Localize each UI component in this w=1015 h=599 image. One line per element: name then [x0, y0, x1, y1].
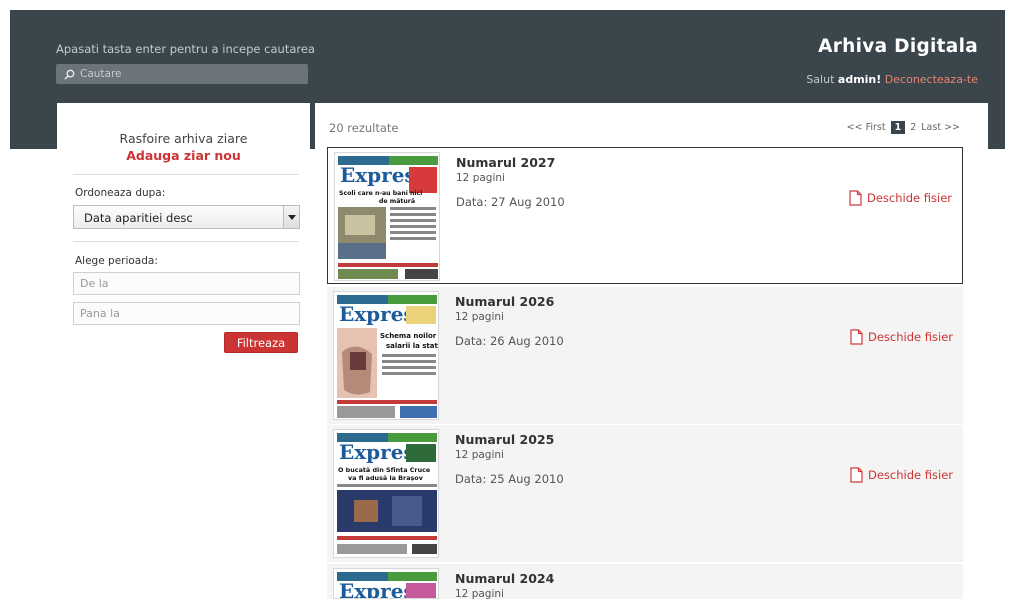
masthead-text: Expres	[339, 302, 415, 326]
chevron-down-icon[interactable]	[283, 206, 299, 228]
svg-text:salarii la stat: salarii la stat	[386, 342, 438, 350]
issue-date: Data: 26 Aug 2010	[455, 334, 564, 348]
newspaper-thumbnail[interactable]: Expres Scoli care n-au bani nici de mătu…	[334, 152, 440, 281]
results-panel: 20 rezultate << First 1 2 Last >> Expres…	[315, 103, 988, 599]
filter-sidebar: Rasfoire arhiva ziare Adauga ziar nou Or…	[57, 103, 310, 599]
pdf-file-icon	[850, 467, 863, 483]
open-file-label: Deschide fisier	[867, 191, 952, 205]
pagination-first[interactable]: << First	[847, 122, 886, 133]
issue-date: Data: 25 Aug 2010	[455, 472, 564, 486]
issue-title: Numarul 2025	[455, 432, 555, 447]
pagination-current[interactable]: 1	[890, 121, 906, 134]
search-box[interactable]	[56, 64, 308, 84]
svg-text:O bucată din Sfînta Cruce: O bucată din Sfînta Cruce	[338, 466, 431, 474]
filter-button[interactable]: Filtreaza	[224, 332, 298, 353]
username: admin!	[837, 73, 882, 86]
svg-text:va fi adusă la Brașov: va fi adusă la Brașov	[348, 474, 424, 482]
issue-date: Data: 27 Aug 2010	[456, 195, 565, 209]
issue-title: Numarul 2024	[455, 571, 555, 586]
newspaper-thumbnail[interactable]: Expres	[333, 568, 439, 599]
sidebar-divider	[73, 241, 299, 242]
sidebar-divider	[73, 174, 299, 175]
date-from-input[interactable]	[73, 272, 300, 295]
search-icon	[64, 69, 75, 80]
svg-text:Schema noilor: Schema noilor	[380, 332, 437, 340]
issue-pages: 12 pagini	[455, 311, 504, 323]
masthead-text: Expres	[340, 163, 416, 187]
brand-title: Arhiva Digitala	[818, 36, 978, 57]
open-file-link[interactable]: Deschide fisier	[850, 329, 953, 345]
newspaper-thumbnail[interactable]: Expres O bucată din Sfînta Cruce va fi a…	[333, 429, 439, 558]
pagination: << First 1 2 Last >>	[842, 121, 960, 134]
add-newspaper-link[interactable]: Adauga ziar nou	[57, 148, 310, 163]
issue-pages: 12 pagini	[455, 588, 504, 599]
newspaper-thumbnail[interactable]: Expres Schema noilor salarii la stat	[333, 291, 439, 420]
pdf-file-icon	[850, 329, 863, 345]
issue-pages: 12 pagini	[455, 449, 504, 461]
sort-select-value: Data aparitiei desc	[84, 211, 193, 225]
list-item[interactable]: Expres Numarul 2024 12 pagini	[327, 564, 963, 599]
issue-title: Numarul 2027	[456, 155, 556, 170]
svg-text:Scoli care n-au bani nici: Scoli care n-au bani nici	[339, 190, 422, 197]
sidebar-title: Rasfoire arhiva ziare	[119, 131, 248, 146]
sort-select[interactable]: Data aparitiei desc	[73, 205, 300, 229]
pagination-last[interactable]: Last >>	[921, 122, 960, 133]
list-item[interactable]: Expres Schema noilor salarii la stat Num…	[327, 287, 963, 424]
logout-link[interactable]: Deconecteaza-te	[885, 73, 978, 86]
list-item[interactable]: Expres O bucată din Sfînta Cruce va fi a…	[327, 425, 963, 562]
svg-text:de mătură: de mătură	[379, 198, 415, 205]
masthead-text: Expres	[339, 579, 415, 599]
search-input[interactable]	[80, 68, 300, 80]
date-to-input[interactable]	[73, 302, 300, 325]
open-file-link[interactable]: Deschide fisier	[849, 190, 952, 206]
open-file-link[interactable]: Deschide fisier	[850, 467, 953, 483]
period-label: Alege perioada:	[75, 255, 158, 267]
sort-label: Ordoneaza dupa:	[75, 187, 166, 199]
open-file-label: Deschide fisier	[868, 468, 953, 482]
results-count: 20 rezultate	[329, 121, 399, 135]
issue-pages: 12 pagini	[456, 172, 505, 184]
greeting-label: Salut	[806, 73, 835, 86]
pdf-file-icon	[849, 190, 862, 206]
list-item[interactable]: Expres Scoli care n-au bani nici de mătu…	[327, 147, 963, 284]
issue-title: Numarul 2026	[455, 294, 555, 309]
pagination-page[interactable]: 2	[910, 122, 916, 133]
masthead-text: Expres	[339, 440, 415, 464]
open-file-label: Deschide fisier	[868, 330, 953, 344]
user-greeting: Salut admin! Deconecteaza-te	[806, 73, 978, 86]
search-hint: Apasati tasta enter pentru a incepe caut…	[56, 42, 315, 56]
